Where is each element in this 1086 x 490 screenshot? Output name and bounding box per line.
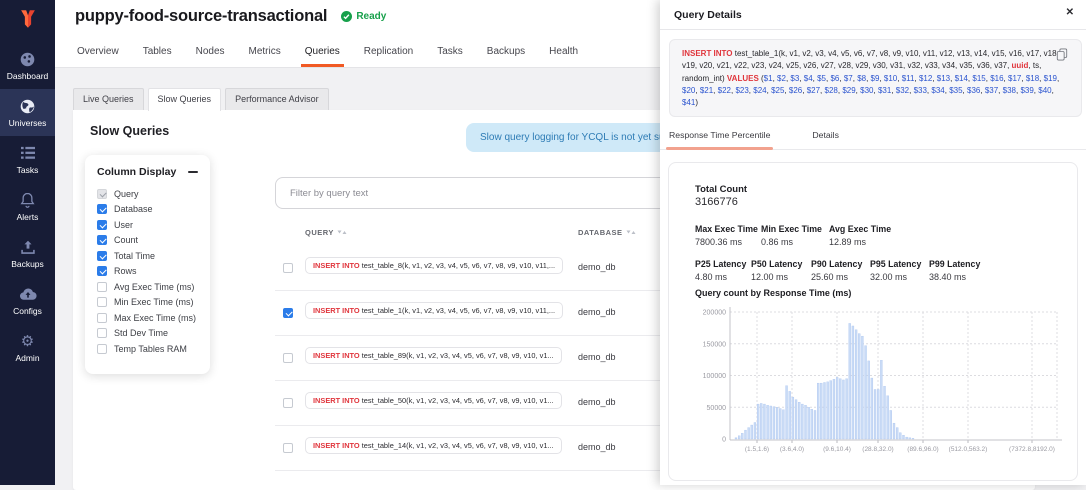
sidebar-item-configs[interactable]: Configs [0, 277, 55, 324]
tab-tasks[interactable]: Tasks [435, 40, 465, 67]
sql-preview: INSERT INTO test_table_1(k, v1, v2, v3, … [669, 39, 1082, 117]
option-checkbox[interactable] [97, 313, 107, 323]
drawer-tab-response-time-percentile[interactable]: Response Time Percentile [666, 124, 773, 149]
yugabyte-logo-icon[interactable] [0, 0, 55, 30]
column-option-rows[interactable]: Rows [85, 264, 210, 280]
stat: Min Exec Time 0.86 ms [761, 224, 829, 247]
row-checkbox[interactable] [283, 398, 293, 408]
close-icon[interactable]: ✕ [1066, 7, 1074, 18]
drawer-title: Query Details [674, 9, 742, 21]
tab-tables[interactable]: Tables [141, 40, 174, 67]
query-text-chip[interactable]: INSERT INTO test_table_8(k, v1, v2, v3, … [305, 257, 563, 274]
sidebar-item-admin[interactable]: ⚙ Admin [0, 324, 55, 371]
sort-icon [337, 229, 347, 236]
option-checkbox[interactable] [97, 251, 107, 261]
query-text-chip[interactable]: INSERT INTO test_table_89(k, v1, v2, v3,… [305, 347, 562, 364]
universe-icon [19, 98, 36, 115]
stat: P90 Latency 25.60 ms [811, 259, 870, 282]
row-database: demo_db [578, 352, 616, 362]
gear-icon: ⚙ [21, 333, 34, 350]
query-text-chip[interactable]: INSERT INTO test_table_50(k, v1, v2, v3,… [305, 392, 562, 409]
sidebar-item-tasks[interactable]: Tasks [0, 136, 55, 183]
option-checkbox[interactable] [97, 266, 107, 276]
bell-icon [20, 192, 35, 209]
column-option-max-exec-time-ms-[interactable]: Max Exec Time (ms) [85, 310, 210, 326]
drawer-tabs: Response Time Percentile Details [660, 124, 1086, 150]
stat: P25 Latency 4.80 ms [695, 259, 751, 282]
tab-replication[interactable]: Replication [362, 40, 415, 67]
query-details-drawer: Query Details ✕ INSERT INTO test_table_1… [660, 0, 1086, 485]
column-option-query[interactable]: Query [85, 186, 210, 202]
sidebar-item-universes[interactable]: Universes [0, 89, 55, 136]
tab-backups[interactable]: Backups [485, 40, 527, 67]
column-option-temp-tables-ram[interactable]: Temp Tables RAM [85, 341, 210, 357]
row-checkbox[interactable] [283, 263, 293, 273]
stat: P99 Latency 38.40 ms [929, 259, 999, 282]
sidebar: Dashboard Universes Tasks Alerts Backups… [0, 0, 55, 485]
stat: Max Exec Time 7800.36 ms [695, 224, 761, 247]
row-database: demo_db [578, 262, 616, 272]
column-options: Query Database User Count Total Time Row… [85, 186, 210, 357]
column-display-card: Column Display Query Database User Count… [85, 155, 210, 374]
tab-health[interactable]: Health [547, 40, 580, 67]
stat: P95 Latency 32.00 ms [870, 259, 929, 282]
sidebar-item-alerts[interactable]: Alerts [0, 183, 55, 230]
cloud-icon [19, 286, 37, 303]
check-circle-icon [341, 11, 352, 22]
copy-icon[interactable] [1056, 48, 1068, 66]
dashboard-icon [19, 51, 36, 68]
drawer-tab-details[interactable]: Details [809, 124, 842, 149]
tab-overview[interactable]: Overview [75, 40, 121, 67]
column-display-title: Column Display [97, 166, 176, 178]
subtab-live-queries[interactable]: Live Queries [73, 88, 144, 110]
tab-queries[interactable]: Queries [303, 40, 342, 67]
stat: P50 Latency 12.00 ms [751, 259, 811, 282]
row-database: demo_db [578, 307, 616, 317]
chart-title: Query count by Response Time (ms) [695, 288, 851, 298]
row-checkbox[interactable] [283, 443, 293, 453]
option-checkbox[interactable] [97, 189, 107, 199]
total-count-label: Total Count [695, 184, 747, 195]
option-checkbox[interactable] [97, 344, 107, 354]
sidebar-item-backups[interactable]: Backups [0, 230, 55, 277]
option-checkbox[interactable] [97, 328, 107, 338]
page-title: puppy-food-source-transactional [75, 7, 327, 26]
latency-stats: P25 Latency 4.80 ms P50 Latency 12.00 ms… [695, 259, 999, 282]
exec-time-stats: Max Exec Time 7800.36 ms Min Exec Time 0… [695, 224, 909, 247]
row-database: demo_db [578, 397, 616, 407]
row-checkbox[interactable] [283, 353, 293, 363]
column-header-database[interactable]: DATABASE [578, 228, 636, 237]
column-option-total-time[interactable]: Total Time [85, 248, 210, 264]
universe-tabs: Overview Tables Nodes Metrics Queries Replica… [75, 40, 580, 67]
column-option-min-exec-time-ms-[interactable]: Min Exec Time (ms) [85, 295, 210, 311]
tasks-icon [20, 145, 36, 162]
subtab-performance-advisor[interactable]: Performance Advisor [225, 88, 329, 110]
stat: Avg Exec Time 12.89 ms [829, 224, 909, 247]
column-option-database[interactable]: Database [85, 202, 210, 218]
option-checkbox[interactable] [97, 282, 107, 292]
sort-icon [626, 229, 636, 236]
query-subtabs: Live QueriesSlow QueriesPerformance Advi… [73, 88, 329, 111]
query-text-chip[interactable]: INSERT INTO test_table_14(k, v1, v2, v3,… [305, 437, 562, 454]
column-header-query[interactable]: QUERY [305, 228, 347, 237]
sidebar-nav: Dashboard Universes Tasks Alerts Backups… [0, 42, 55, 371]
query-text-chip[interactable]: INSERT INTO test_table_1(k, v1, v2, v3, … [305, 302, 563, 319]
row-database: demo_db [578, 442, 616, 452]
slow-queries-heading: Slow Queries [90, 124, 169, 138]
tab-metrics[interactable]: Metrics [247, 40, 283, 67]
percentile-card: Total Count 3166776 Max Exec Time 7800.3… [668, 162, 1078, 481]
tab-nodes[interactable]: Nodes [194, 40, 227, 67]
backup-icon [20, 239, 36, 256]
column-option-std-dev-time[interactable]: Std Dev Time [85, 326, 210, 342]
subtab-slow-queries[interactable]: Slow Queries [148, 88, 222, 111]
collapse-icon[interactable] [188, 171, 198, 173]
option-checkbox[interactable] [97, 204, 107, 214]
sidebar-item-dashboard[interactable]: Dashboard [0, 42, 55, 89]
column-option-avg-exec-time-ms-[interactable]: Avg Exec Time (ms) [85, 279, 210, 295]
total-count-value: 3166776 [695, 196, 738, 208]
status-badge: Ready [341, 11, 386, 22]
option-checkbox[interactable] [97, 297, 107, 307]
row-checkbox[interactable] [283, 308, 293, 318]
